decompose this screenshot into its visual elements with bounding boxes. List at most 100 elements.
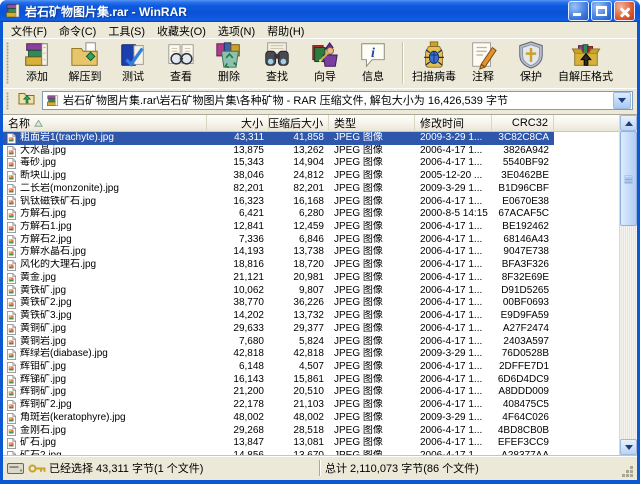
- status-bar: 已经选择 43,311 字节(1 个文件) 总计 2,110,073 字节(86…: [3, 455, 637, 480]
- table-row[interactable]: 辉铜矿.jpg21,20020,510JPEG 图像2006-4-17 1...…: [3, 386, 554, 399]
- table-row[interactable]: 辉绿岩(diabase).jpg42,81842,818JPEG 图像2009-…: [3, 348, 554, 361]
- toolbar-button-add[interactable]: 添加: [13, 39, 61, 83]
- cell-packed: 20,510: [269, 386, 329, 399]
- combobox-dropdown-button[interactable]: [613, 92, 631, 109]
- scroll-down-button[interactable]: [620, 439, 637, 455]
- toolbar-button-view[interactable]: 查看: [157, 39, 205, 83]
- table-row[interactable]: 钒钛磁铁矿石.jpg16,32316,168JPEG 图像2006-4-17 1…: [3, 196, 554, 209]
- column-header-label: 名称: [8, 115, 30, 131]
- column-header-label: 类型: [334, 115, 356, 131]
- table-row[interactable]: 方解水晶石.jpg14,19313,738JPEG 图像2006-4-17 1.…: [3, 246, 554, 259]
- close-button[interactable]: [614, 1, 635, 21]
- jpeg-file-icon: [6, 387, 17, 398]
- cell-name: 角斑岩(keratophyre).jpg: [3, 412, 207, 425]
- menu-item-commands[interactable]: 命令(C): [53, 23, 102, 39]
- scrollbar-thumb[interactable]: [620, 131, 637, 226]
- cell-type: JPEG 图像: [329, 259, 415, 272]
- toolbar-gripper[interactable]: [6, 42, 9, 84]
- menu-item-options[interactable]: 选项(N): [212, 23, 261, 39]
- toolbar-button-protect[interactable]: 保护: [507, 39, 555, 83]
- cell-crc: BE192462: [492, 221, 554, 234]
- cell-size: 42,818: [207, 348, 269, 361]
- toolbar-button-scan[interactable]: 扫描病毒: [409, 39, 459, 83]
- maximize-button[interactable]: [591, 1, 612, 21]
- table-row[interactable]: 角斑岩(keratophyre).jpg48,00248,002JPEG 图像2…: [3, 412, 554, 425]
- table-row[interactable]: 断块山.jpg38,04624,812JPEG 图像2005-12-20 ...…: [3, 170, 554, 183]
- file-name: 角斑岩(keratophyre).jpg: [20, 412, 126, 425]
- menu-item-file[interactable]: 文件(F): [5, 23, 53, 39]
- cell-name: 毒砂.jpg: [3, 157, 207, 170]
- menu-item-help[interactable]: 帮助(H): [261, 23, 310, 39]
- toolbar: 添加解压到测试查看删除查找向导 i信息扫描病毒注释保护自解压格式: [3, 38, 637, 88]
- table-row[interactable]: 金刚石.jpg29,26828,518JPEG 图像2006-4-17 1...…: [3, 425, 554, 438]
- menu-item-favorites[interactable]: 收藏夹(O): [151, 23, 212, 39]
- toolbar-button-info[interactable]: i信息: [349, 39, 397, 83]
- cell-modified: 2000-8-5 14:15: [415, 208, 492, 221]
- cell-packed: 13,081: [269, 437, 329, 450]
- vertical-scrollbar[interactable]: [619, 115, 637, 455]
- column-header-crc[interactable]: CRC32: [492, 115, 554, 132]
- table-row[interactable]: 辉铜矿2.jpg22,17821,103JPEG 图像2006-4-17 1..…: [3, 399, 554, 412]
- arrow-up-icon: [625, 121, 633, 126]
- table-row[interactable]: 辉钼矿.jpg6,1484,507JPEG 图像2006-4-17 1...2D…: [3, 361, 554, 374]
- table-row[interactable]: 方解石1.jpg12,84112,459JPEG 图像2006-4-17 1..…: [3, 221, 554, 234]
- cell-name: 方解石2.jpg: [3, 234, 207, 247]
- cell-type: JPEG 图像: [329, 399, 415, 412]
- column-header-type[interactable]: 类型: [329, 115, 415, 132]
- table-row[interactable]: 黄铁矿2.jpg38,77036,226JPEG 图像2006-4-17 1..…: [3, 297, 554, 310]
- table-row[interactable]: 黄金.jpg21,12120,981JPEG 图像2006-4-17 1...8…: [3, 272, 554, 285]
- table-row[interactable]: 风化的大理石.jpg18,81618,720JPEG 图像2006-4-17 1…: [3, 259, 554, 272]
- jpeg-file-icon: [6, 336, 17, 347]
- cell-modified: 2006-4-17 1...: [415, 157, 492, 170]
- column-header-label: 修改时间: [420, 115, 464, 131]
- cell-size: 14,193: [207, 246, 269, 259]
- column-header-size[interactable]: 大小: [207, 115, 269, 132]
- table-row[interactable]: 矿石.jpg13,84713,081JPEG 图像2006-4-17 1...E…: [3, 437, 554, 450]
- toolbar-button-test[interactable]: 测试: [109, 39, 157, 83]
- cell-size: 7,336: [207, 234, 269, 247]
- table-row[interactable]: 黄铜岩.jpg7,6805,824JPEG 图像2006-4-17 1...24…: [3, 336, 554, 349]
- cell-crc: 3826A942: [492, 145, 554, 158]
- toolbar-button-delete[interactable]: 删除: [205, 39, 253, 83]
- table-row[interactable]: 大水晶.jpg13,87513,262JPEG 图像2006-4-17 1...…: [3, 145, 554, 158]
- column-header-packed[interactable]: 压缩后大小: [269, 115, 329, 132]
- table-row[interactable]: 黄铁矿.jpg10,0629,807JPEG 图像2006-4-17 1...D…: [3, 285, 554, 298]
- cell-size: 29,268: [207, 425, 269, 438]
- toolbar-button-find[interactable]: 查找: [253, 39, 301, 83]
- table-row[interactable]: 方解石.jpg6,4216,280JPEG 图像2000-8-5 14:1567…: [3, 208, 554, 221]
- cell-size: 21,200: [207, 386, 269, 399]
- table-row[interactable]: 辉锑矿.jpg16,14315,861JPEG 图像2006-4-17 1...…: [3, 374, 554, 387]
- table-row[interactable]: 黄铜矿.jpg29,63329,377JPEG 图像2006-4-17 1...…: [3, 323, 554, 336]
- table-row[interactable]: 方解石2.jpg7,3366,846JPEG 图像2006-4-17 1...6…: [3, 234, 554, 247]
- column-header-modified[interactable]: 修改时间: [415, 115, 492, 132]
- toolbar-button-label: 自解压格式: [558, 71, 613, 83]
- toolbar-button-wizard[interactable]: 向导: [301, 39, 349, 83]
- info-icon: i: [358, 40, 388, 70]
- table-row[interactable]: 二长岩(monzonite).jpg82,20182,201JPEG 图像200…: [3, 183, 554, 196]
- cell-name: 辉铜矿.jpg: [3, 386, 207, 399]
- minimize-button[interactable]: [568, 1, 589, 21]
- file-name: 黄铜矿.jpg: [20, 323, 66, 336]
- jpeg-file-icon: [6, 438, 17, 449]
- resize-grip[interactable]: [630, 474, 633, 477]
- scrollbar-track[interactable]: [620, 131, 637, 439]
- column-header-name[interactable]: 名称: [3, 115, 207, 132]
- toolbar-button-sfx[interactable]: 自解压格式: [555, 39, 616, 83]
- table-row[interactable]: 黄铁矿3.jpg14,20213,732JPEG 图像2006-4-17 1..…: [3, 310, 554, 323]
- toolbar-button-label: 向导: [314, 71, 336, 83]
- cell-packed: 13,262: [269, 145, 329, 158]
- cell-modified: 2006-4-17 1...: [415, 272, 492, 285]
- table-row[interactable]: 毒砂.jpg15,34314,904JPEG 图像2006-4-17 1...5…: [3, 157, 554, 170]
- menu-item-tools[interactable]: 工具(S): [102, 23, 151, 39]
- up-directory-button[interactable]: [13, 91, 39, 110]
- cell-crc: 76D0528B: [492, 348, 554, 361]
- cell-crc: 408475C5: [492, 399, 554, 412]
- cell-modified: 2006-4-17 1...: [415, 196, 492, 209]
- scroll-up-button[interactable]: [620, 115, 637, 131]
- toolbar-button-extract[interactable]: 解压到: [61, 39, 109, 83]
- toolbar-button-comment[interactable]: 注释: [459, 39, 507, 83]
- table-row[interactable]: 粗面岩1(trachyte).jpg43,31141,858JPEG 图像200…: [3, 132, 554, 145]
- archive-path-combobox[interactable]: 岩石矿物图片集.rar\岩石矿物图片集\各种矿物 - RAR 压缩文件, 解包大…: [42, 91, 633, 110]
- addressbar-gripper[interactable]: [6, 92, 9, 110]
- cell-size: 6,148: [207, 361, 269, 374]
